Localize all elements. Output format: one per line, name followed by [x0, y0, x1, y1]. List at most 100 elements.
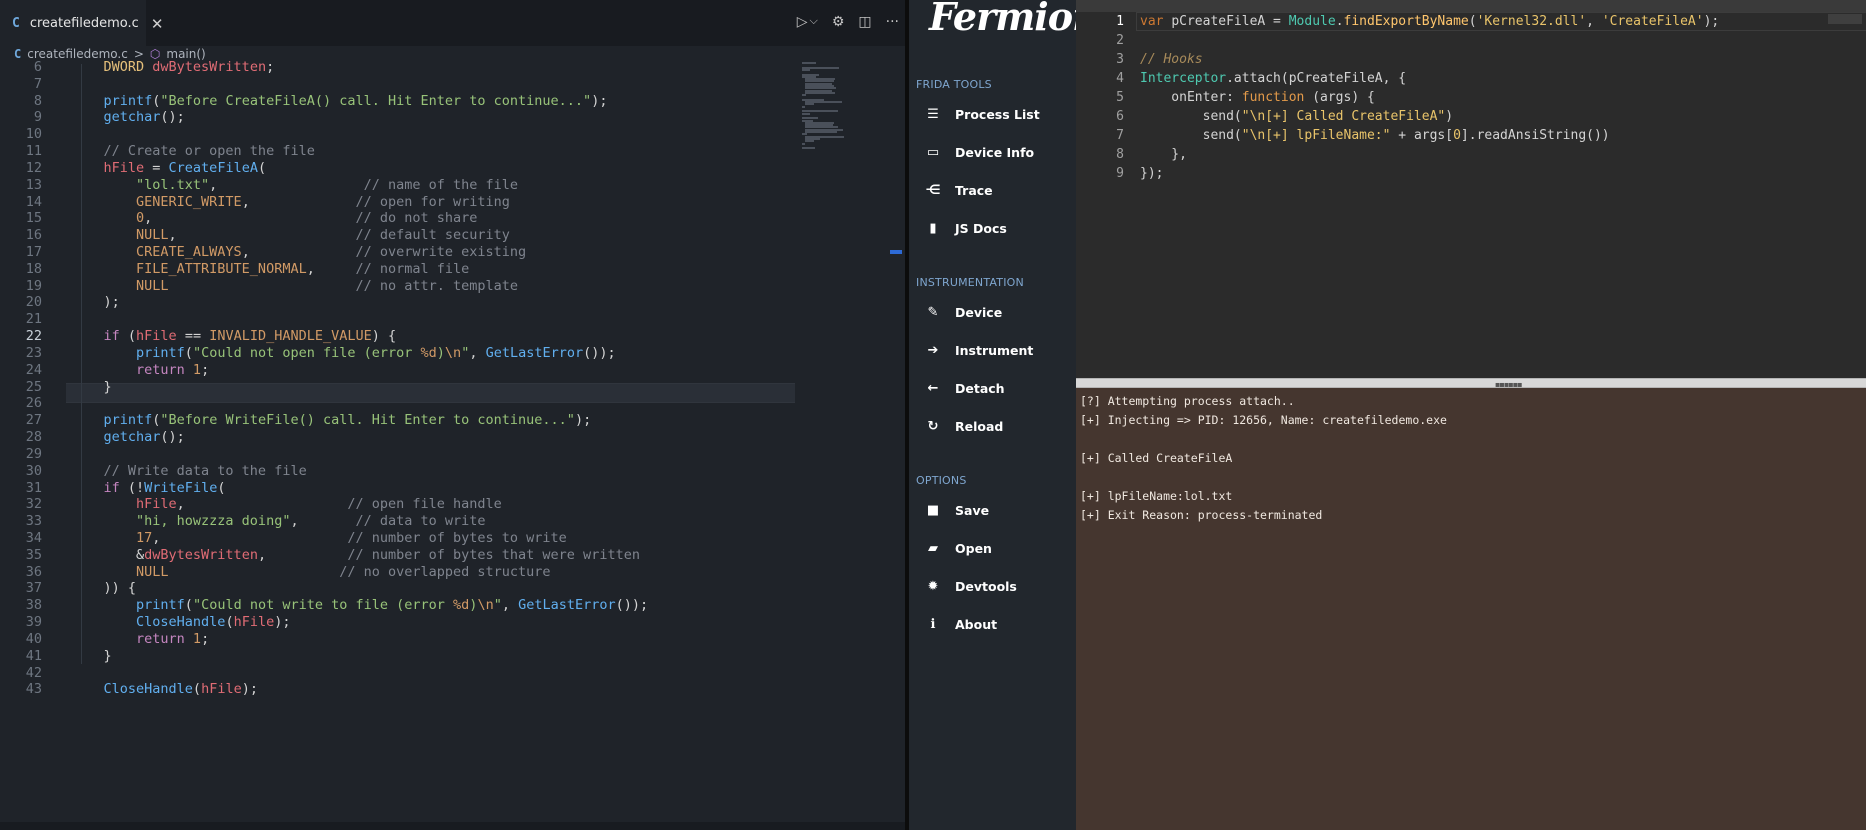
minimap-line [804, 91, 836, 94]
code-line[interactable]: CloseHandle(hFile); [71, 679, 258, 699]
bug-icon: ✹ [927, 578, 939, 594]
sidebar-item-label: Instrument [955, 342, 1034, 358]
sidebar-item-device[interactable]: ✎ Device [925, 302, 1003, 322]
code-token: // do not share [355, 210, 478, 226]
line-number: 2 [1116, 33, 1124, 48]
code-token: // name of the file [363, 177, 519, 193]
save-icon: ■ [926, 502, 940, 518]
sidebar-item-save[interactable]: ■ Save [925, 500, 989, 520]
split-editor-icon[interactable]: ◫ [858, 14, 871, 30]
chevron-down-icon[interactable]: ⌵ [810, 14, 818, 30]
code-token: // data to write [355, 513, 486, 529]
code-token: // number of bytes to write [347, 530, 567, 546]
section-title: FRIDA TOOLS [916, 78, 992, 91]
code-token: \n [444, 345, 462, 361]
minimap-line [802, 142, 806, 145]
sidebar-item-label: Reload [955, 418, 1004, 434]
section-title: OPTIONS [916, 474, 967, 487]
code-line[interactable]: } [71, 377, 112, 397]
code-line[interactable]: getchar(); [71, 107, 185, 127]
pane-splitter[interactable] [1076, 378, 1866, 388]
code-token: if [71, 328, 120, 344]
minimap-line [802, 112, 811, 115]
code-token: "hi, howzzza doing" [71, 513, 291, 529]
code-line[interactable]: getchar(); [71, 427, 185, 447]
tab-label: createfiledemo.c [29, 16, 139, 31]
code-token: printf [71, 597, 185, 613]
gear-icon[interactable]: ⚙ [832, 14, 845, 30]
run-icon[interactable]: ▷ [797, 14, 808, 30]
code-token: } [71, 648, 112, 664]
code-token: 1 [184, 362, 202, 378]
console-line: [+] lpFileName:lol.txt [1080, 489, 1233, 503]
code-token: // number of bytes that were written [347, 547, 640, 563]
sidebar-item-open[interactable]: ▰ Open [925, 538, 992, 558]
code-token: // no attr. template [355, 278, 519, 294]
sidebar-item-label: Devtools [955, 578, 1017, 594]
sidebar-item-instrument[interactable]: ➔ Instrument [925, 340, 1034, 360]
minimap[interactable] [800, 62, 892, 162]
close-icon[interactable]: ✕ [151, 15, 164, 33]
code-token: "Could not write to file (error [192, 597, 454, 613]
code-token: , [176, 496, 348, 512]
sidebar-item-process-list[interactable]: ☰ Process List [925, 104, 1040, 124]
more-icon[interactable]: ··· [886, 14, 899, 30]
sidebar-item-device-info[interactable]: ▭ Device Info [925, 142, 1034, 162]
line-number: 3 [1116, 52, 1124, 67]
section-title: INSTRUMENTATION [916, 276, 1024, 289]
code-line[interactable]: var pCreateFileA = Module.findExportByNa… [1140, 12, 1719, 31]
status-bar [0, 822, 907, 830]
code-token: // Write data to the file [71, 463, 307, 479]
code-line[interactable]: }); [1140, 164, 1163, 183]
code-line[interactable]: } [71, 646, 112, 666]
line-number: 9 [1116, 166, 1124, 181]
code-token: function [1241, 90, 1305, 105]
code-line[interactable]: onEnter: function (args) { [1140, 88, 1375, 107]
sidebar-item-detach[interactable]: ← Detach [925, 378, 1005, 398]
code-token: CREATE_ALWAYS [71, 244, 242, 260]
code-token: ( [1468, 14, 1477, 29]
sidebar-item-devtools[interactable]: ✹ Devtools [925, 576, 1017, 596]
code-token: ].readAnsiString()) [1460, 128, 1610, 143]
code-line[interactable]: }, [1140, 145, 1187, 164]
sidebar-item-label: Open [955, 540, 992, 556]
console-line: [+] Injecting => PID: 12656, Name: creat… [1080, 413, 1447, 427]
monitor-icon: ▭ [926, 144, 940, 160]
code-line[interactable]: NULL // no attr. template [71, 276, 518, 296]
code-line[interactable]: Interceptor.attach(pCreateFileA, { [1140, 69, 1406, 88]
tab-createfiledemo[interactable]: C createfiledemo.c ✕ [0, 0, 163, 46]
code-line[interactable]: NULL // no overlapped structure [71, 562, 551, 582]
code-token: GetLastError [518, 597, 616, 613]
detach-icon: ← [927, 380, 939, 396]
code-line[interactable]: send("\n[+] Called CreateFileA") [1140, 107, 1453, 126]
code-line[interactable]: DWORD dwBytesWritten; [71, 57, 275, 77]
sidebar-item-label: Trace [955, 182, 993, 198]
code-token: getchar [71, 429, 161, 445]
code-token: printf [71, 345, 185, 361]
code-line[interactable]: // Hooks [1140, 50, 1203, 69]
code-token: // no overlapped structure [339, 564, 551, 580]
sidebar-item-about[interactable]: ℹ About [925, 614, 998, 634]
code-token: send( [1140, 109, 1242, 124]
minimap-line [804, 103, 815, 106]
code-token: (args) { [1304, 90, 1375, 105]
sidebar-item-reload[interactable]: ↻ Reload [925, 416, 1004, 436]
minimap-line [802, 68, 811, 71]
code-token: , [152, 530, 348, 546]
code-token: hFile [136, 328, 177, 344]
sidebar-item-js-docs[interactable]: ▮ JS Docs [925, 218, 1006, 238]
code-token: // Hooks [1140, 52, 1203, 67]
minimap-line [802, 94, 806, 97]
editor-minimap[interactable] [1828, 14, 1862, 24]
code-line[interactable]: ); [71, 292, 120, 312]
editor-actions: ▷ ⌵ ⚙ ◫ ··· [797, 14, 899, 30]
sidebar-item-trace[interactable]: ⋲ Trace [925, 180, 993, 200]
code-token: ); [1703, 14, 1720, 29]
code-token: dwBytesWritten [144, 547, 258, 563]
code-token: ); [274, 614, 291, 630]
script-editor[interactable]: 1 var pCreateFileA = Module.findExportByN… [1076, 0, 1866, 380]
code-token: ); [241, 681, 258, 697]
code-token: .attach(pCreateFileA, { [1226, 71, 1407, 86]
code-token: GetLastError [485, 345, 584, 361]
code-line[interactable]: send("\n[+] lpFileName:" + args[0].readA… [1140, 126, 1610, 145]
